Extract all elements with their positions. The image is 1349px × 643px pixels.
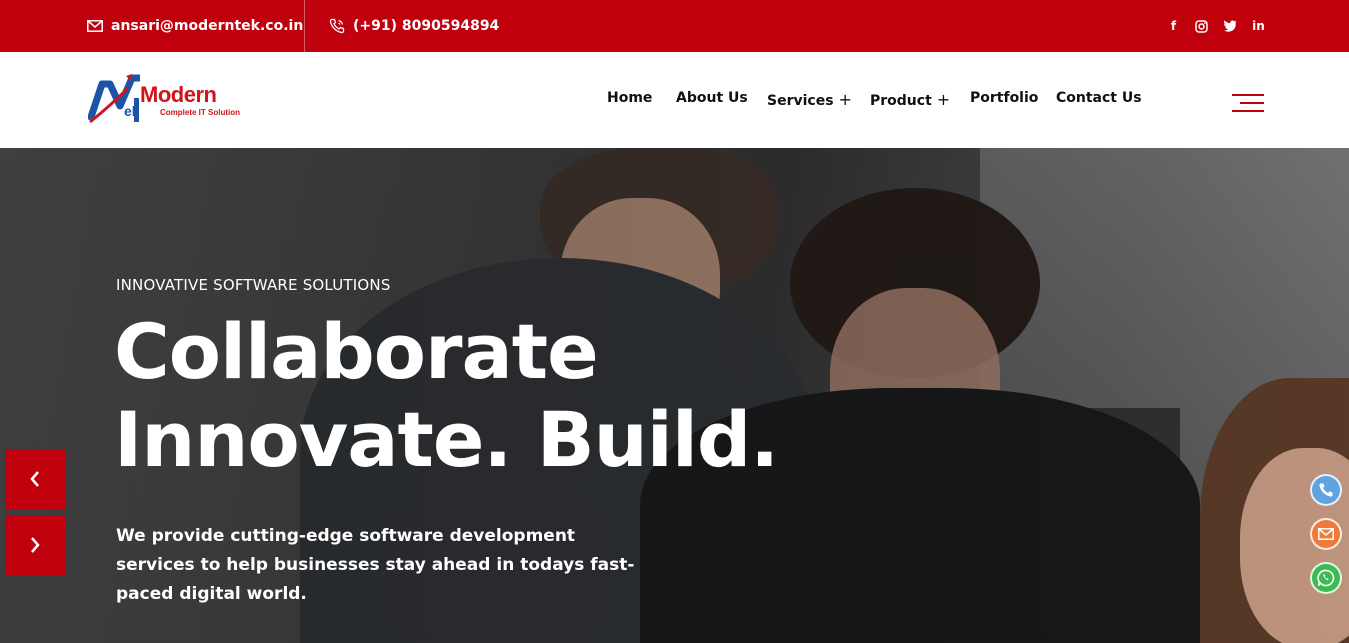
site-header: Modern ek Complete IT Solution Home Abou… bbox=[0, 52, 1349, 148]
chevron-right-icon bbox=[31, 537, 40, 553]
phone-icon bbox=[1319, 483, 1333, 497]
whatsapp-icon bbox=[1317, 569, 1335, 587]
logo-word: Modern bbox=[140, 82, 217, 107]
submenu-plus-icon: + bbox=[936, 90, 951, 109]
phone-link[interactable]: (+91) 8090594894 bbox=[328, 0, 499, 52]
hero-eyebrow: INNOVATIVE SOFTWARE SOLUTIONS bbox=[116, 276, 391, 294]
hero-slider: INNOVATIVE SOFTWARE SOLUTIONS Collaborat… bbox=[0, 148, 1349, 643]
nav-label: Contact Us bbox=[1056, 90, 1142, 106]
phone-text: (+91) 8090594894 bbox=[353, 18, 500, 34]
logo[interactable]: Modern ek Complete IT Solution bbox=[88, 72, 278, 130]
social-links: f in bbox=[1167, 0, 1265, 52]
nav-label: Home bbox=[607, 90, 653, 106]
whatsapp-float-button[interactable] bbox=[1310, 562, 1342, 594]
facebook-icon[interactable]: f bbox=[1167, 19, 1180, 33]
instagram-icon[interactable] bbox=[1195, 19, 1208, 33]
nav-home[interactable]: Home bbox=[607, 90, 652, 106]
nav-label: Product bbox=[870, 93, 932, 109]
submenu-plus-icon: + bbox=[838, 90, 852, 109]
nav-label: About Us bbox=[676, 90, 748, 106]
nav-about-us[interactable]: About Us bbox=[676, 90, 748, 106]
nav-contact-us[interactable]: Contact Us bbox=[1056, 90, 1142, 106]
phone-icon bbox=[328, 17, 346, 35]
hero-subtext: We provide cutting-edge software develop… bbox=[116, 526, 635, 604]
email-link[interactable]: ansari@moderntek.co.in bbox=[86, 0, 303, 52]
mail-float-button[interactable] bbox=[1310, 518, 1342, 550]
logo-tagline: Complete IT Solution bbox=[160, 108, 240, 117]
headline-line-2: Innovate. Build. bbox=[114, 395, 779, 484]
nav-label: Services bbox=[767, 93, 834, 109]
envelope-icon bbox=[86, 17, 104, 35]
nav-product[interactable]: Product + bbox=[870, 90, 950, 109]
headline-line-1: Collaborate bbox=[114, 307, 599, 396]
twitter-icon[interactable] bbox=[1223, 20, 1237, 32]
linkedin-icon[interactable]: in bbox=[1252, 19, 1265, 33]
nav-portfolio[interactable]: Portfolio bbox=[970, 90, 1038, 106]
divider bbox=[304, 0, 305, 52]
nav-services[interactable]: Services + bbox=[767, 90, 852, 109]
email-text: ansari@moderntek.co.in bbox=[111, 18, 304, 34]
nav-label: Portfolio bbox=[970, 90, 1039, 106]
hero-headline: Collaborate Innovate. Build. bbox=[114, 307, 779, 484]
mail-icon bbox=[1318, 528, 1334, 540]
top-bar: ansari@moderntek.co.in (+91) 8090594894 … bbox=[0, 0, 1349, 52]
menu-toggle-icon[interactable] bbox=[1232, 94, 1264, 114]
slider-next-button[interactable] bbox=[5, 515, 65, 575]
slider-prev-button[interactable] bbox=[5, 449, 65, 509]
call-float-button[interactable] bbox=[1310, 474, 1342, 506]
logo-ek: ek bbox=[124, 103, 140, 119]
chevron-left-icon bbox=[30, 471, 39, 487]
